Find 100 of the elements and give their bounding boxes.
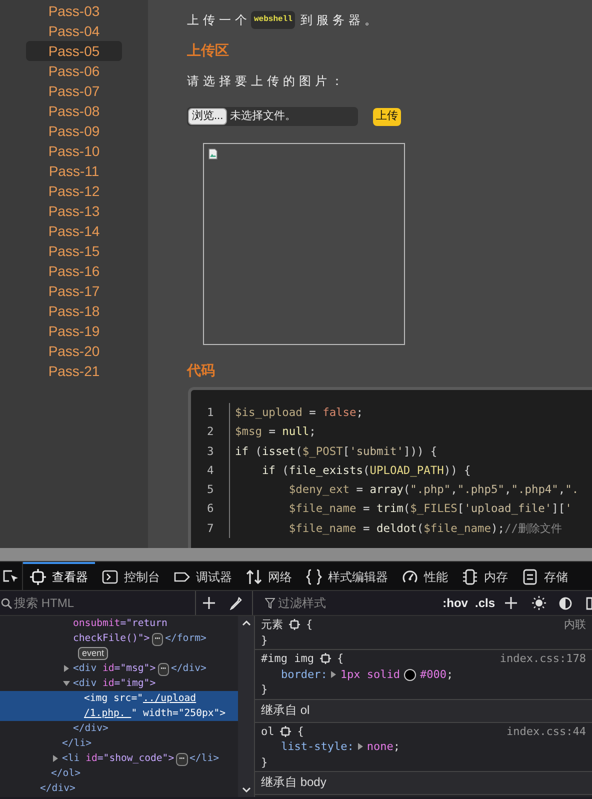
devtools-tab[interactable]: 调试器 [167,562,239,590]
sidebar-item[interactable]: Pass-11 [26,161,122,181]
toggle-button[interactable]: :hov [442,594,468,612]
intro-text: 上传一个 [187,12,251,29]
contrast-icon[interactable] [559,596,572,610]
sidebar-item[interactable]: Pass-06 [26,61,122,81]
semicolon: ; [393,739,400,755]
section-heading: 上传区 [187,41,230,60]
brace: } [261,632,269,648]
line-number: 2 [207,424,215,440]
expand-arrow-icon[interactable] [358,743,363,750]
gauge-icon [402,569,418,585]
code-line: $file_name = deldot($file_name);//删除文件 [288,520,562,537]
sidebar-item[interactable]: Pass-17 [26,281,122,301]
add-icon[interactable] [203,597,215,609]
line-number: 7 [207,520,215,537]
semicolon: ; [446,666,454,682]
html-node[interactable]: </ol> [0,766,238,781]
property-name: border: [281,666,328,682]
html-node[interactable]: </div> [0,781,238,796]
upload-button[interactable]: 上传 [373,108,401,126]
brace: } [261,682,269,698]
broken-image-icon [208,148,218,160]
expand-arrow-icon[interactable] [331,671,336,678]
node-target-icon[interactable] [280,726,292,737]
property-name: list-style: [281,739,354,755]
sidebar-item[interactable]: Pass-13 [26,201,122,221]
sidebar-item[interactable]: Pass-07 [26,81,122,101]
sidebar-item[interactable]: Pass-15 [26,241,122,261]
brace: { [336,651,344,667]
node-target-icon[interactable] [320,653,331,664]
code-line: $is_upload = false; [235,405,364,421]
inspector-icon [30,569,46,585]
scroll-down-icon[interactable] [242,787,250,793]
devtools-tab[interactable]: 网络 [239,562,299,590]
devtools-tab[interactable]: 性能 [395,562,455,590]
console-icon [102,569,118,585]
storage-icon [522,569,538,585]
sidebar-item[interactable]: Pass-19 [26,321,122,341]
code-line: $file_name = trim($_FILES['upload_file'][' [288,501,572,518]
source-link[interactable]: 内联 [564,617,586,633]
brace: { [297,724,304,740]
html-node[interactable]: onsubmit="return checkFile()"> ⋯ </form> event [0,616,238,661]
expand-arrow-icon[interactable] [63,665,70,672]
scroll-up-icon[interactable] [242,620,250,626]
collapse-arrow-icon[interactable] [63,680,70,687]
inherited-header: 继承自 body [261,775,326,790]
braces-icon [306,569,322,585]
event-badge[interactable]: event [78,647,108,660]
prompt-text: 请选择要上传的图片： [187,73,348,90]
devtools-tab[interactable]: 控制台 [95,562,167,590]
sidebar-item[interactable]: Pass-14 [26,221,122,241]
devtools-tab[interactable]: 内存 [455,562,515,590]
sidebar-item[interactable]: Pass-18 [26,301,122,321]
code-line: if (isset($_POST['submit'])) { [235,444,438,460]
filter-field[interactable]: 过滤样式 [278,594,398,612]
sidebar-item[interactable]: Pass-05 [26,41,122,61]
sidebar-item[interactable]: Pass-04 [26,21,122,41]
line-number: 1 [207,405,215,421]
line-number: 5 [207,482,215,498]
toggle-button[interactable]: .cls [474,594,495,612]
inline-code: webshell [251,11,296,29]
color-swatch[interactable] [404,668,416,681]
sidebar-item[interactable]: Pass-03 [26,1,122,21]
node-target-icon[interactable] [289,619,300,630]
code-line: $msg = null; [235,424,316,440]
html-node[interactable]: <li id="show_code"> ⋯ </li> [0,751,238,766]
devtools-tab[interactable]: 存储 [515,562,575,590]
element-picker-icon[interactable] [3,568,19,584]
sidebar-item[interactable]: Pass-09 [26,121,122,141]
sun-icon[interactable] [532,596,546,610]
sidebar-item[interactable]: Pass-10 [26,141,122,161]
selector: 元素 [261,617,283,633]
section-heading: 代码 [187,361,216,380]
sidebar-item[interactable]: Pass-16 [26,261,122,281]
document-icon[interactable] [586,596,592,610]
file-input[interactable]: 浏览... 未选择文件。 [187,107,358,126]
html-node[interactable]: <img src="../upload /1.php. " width="250px"> [0,691,238,721]
sidebar-item[interactable]: Pass-12 [26,181,122,201]
html-node[interactable]: </li> [0,736,238,751]
panel-splitter[interactable] [0,548,592,562]
add-icon[interactable] [505,597,517,609]
source-link[interactable]: index.css:178 [500,651,586,667]
source-link[interactable]: index.css:44 [506,724,586,740]
search-icon [1,598,12,608]
sidebar-item[interactable]: Pass-21 [26,361,122,381]
html-node[interactable]: <div id="msg"> ⋯ </div> [0,661,238,676]
property-value: 1px solid [340,666,400,682]
line-number: 6 [207,501,215,518]
search-field[interactable]: 搜索 HTML [14,594,184,612]
devtools-tab[interactable]: 样式编辑器 [299,562,395,590]
sidebar-item[interactable]: Pass-20 [26,341,122,361]
html-node[interactable]: <div id="img"> [0,676,238,691]
selector: #img img [261,651,314,667]
expand-arrow-icon[interactable] [52,755,59,762]
eyedropper-icon[interactable] [230,596,242,610]
html-node[interactable]: </div> [0,721,238,736]
selector: ol [261,724,274,740]
sidebar-item[interactable]: Pass-08 [26,101,122,121]
scrollbar[interactable] [238,616,254,797]
